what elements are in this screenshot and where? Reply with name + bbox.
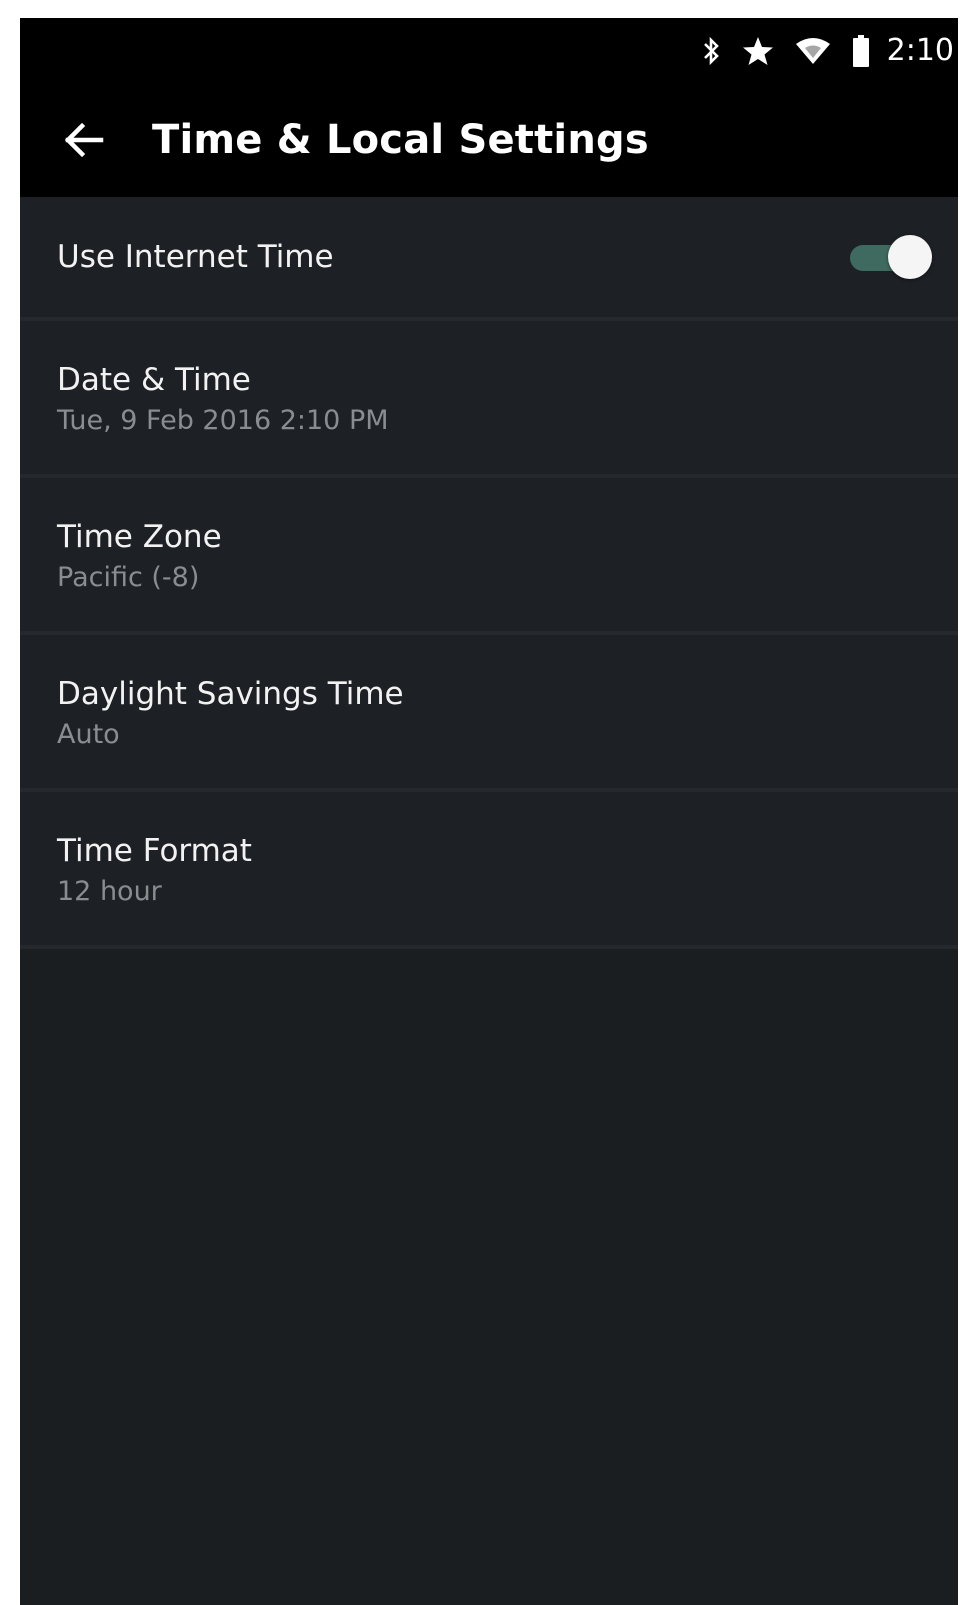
wifi-icon bbox=[795, 33, 831, 69]
bluetooth-icon bbox=[701, 33, 721, 69]
arrow-left-icon bbox=[64, 122, 104, 158]
back-button[interactable] bbox=[49, 105, 119, 175]
date-time-value: Tue, 9 Feb 2016 2:10 PM bbox=[57, 405, 389, 436]
time-format-value: 12 hour bbox=[57, 876, 162, 907]
battery-icon bbox=[851, 33, 871, 69]
screen: 2:10 Time & Local Settings Use Internet … bbox=[20, 18, 958, 1605]
status-clock: 2:10 bbox=[886, 33, 954, 68]
time-zone-value: Pacific (-8) bbox=[57, 562, 200, 593]
toggle-thumb bbox=[888, 235, 932, 279]
date-time-row[interactable]: Date & Time Tue, 9 Feb 2016 2:10 PM bbox=[20, 321, 958, 478]
settings-list: Use Internet Time Date & Time Tue, 9 Feb… bbox=[20, 197, 958, 949]
daylight-savings-title: Daylight Savings Time bbox=[57, 676, 404, 712]
use-internet-time-row[interactable]: Use Internet Time bbox=[20, 197, 958, 321]
status-bar: 2:10 bbox=[20, 18, 958, 83]
use-internet-time-label: Use Internet Time bbox=[57, 239, 334, 275]
app-bar: Time & Local Settings bbox=[20, 83, 958, 197]
time-zone-title: Time Zone bbox=[57, 519, 222, 555]
daylight-savings-row[interactable]: Daylight Savings Time Auto bbox=[20, 635, 958, 792]
time-zone-row[interactable]: Time Zone Pacific (-8) bbox=[20, 478, 958, 635]
star-icon bbox=[741, 33, 775, 69]
page-title: Time & Local Settings bbox=[152, 117, 649, 163]
time-format-title: Time Format bbox=[57, 833, 252, 869]
daylight-savings-value: Auto bbox=[57, 719, 120, 750]
time-format-row[interactable]: Time Format 12 hour bbox=[20, 792, 958, 949]
use-internet-time-toggle[interactable] bbox=[850, 233, 932, 281]
date-time-title: Date & Time bbox=[57, 362, 251, 398]
